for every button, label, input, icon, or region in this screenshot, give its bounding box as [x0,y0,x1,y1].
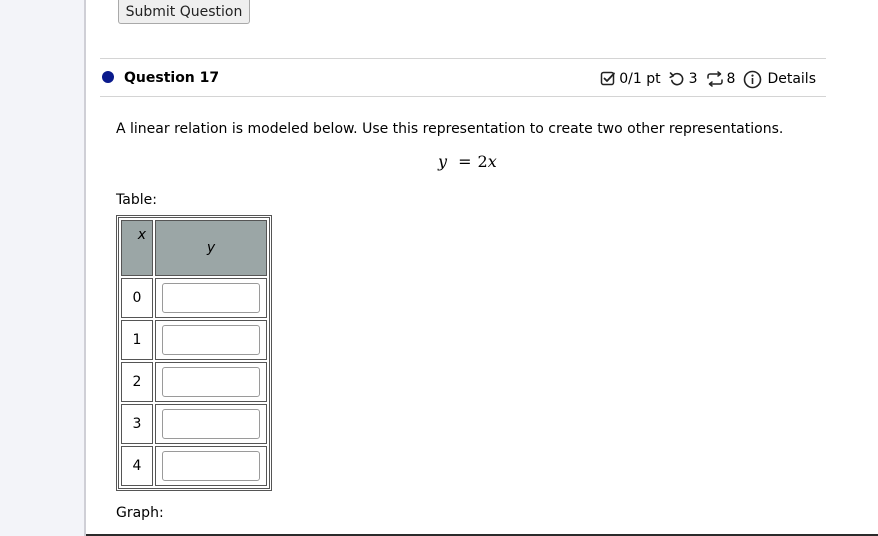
y-value-cell [155,320,267,360]
table-header-row: x y [121,220,267,276]
left-gutter [0,0,84,536]
equation-lhs: y [438,152,448,171]
undo-arrow-icon [669,71,685,87]
x-value-cell: 3 [121,404,153,444]
checkbox-check-icon [600,71,616,87]
x-value-cell: 1 [121,320,153,360]
x-value-cell: 0 [121,278,153,318]
table-row: 1 [121,320,267,360]
y-value-cell [155,362,267,402]
question-status-dot [102,71,114,83]
x-value-cell: 4 [121,446,153,486]
table-label: Table: [116,192,157,208]
attempts-indicator: 8 [706,71,736,87]
x-value-cell: 2 [121,362,153,402]
question-title: Question 17 [124,70,220,86]
y-column-header: y [155,220,267,276]
gutter-divider [84,0,86,536]
table-row: 3 [121,404,267,444]
y-value-input[interactable] [162,451,260,481]
details-link[interactable]: Details [743,70,816,89]
score-text: 0/1 pt [619,71,661,87]
y-value-cell [155,278,267,318]
question-prompt: A linear relation is modeled below. Use … [116,121,784,137]
y-value-input[interactable] [162,367,260,397]
retries-count: 3 [688,71,698,87]
equation-variable: x [487,152,497,171]
y-value-cell [155,446,267,486]
retries-indicator: 3 [669,71,698,87]
question-meta: 0/1 pt 3 8 Details [600,68,816,90]
details-label: Details [767,71,816,87]
table-row: 2 [121,362,267,402]
question-header-bottom-divider [100,96,826,97]
equation-coefficient: 2 [477,152,488,171]
y-value-input[interactable] [162,325,260,355]
score-indicator: 0/1 pt [600,71,661,87]
equation: y = 2x [438,151,497,173]
graph-label: Graph: [116,505,164,521]
x-column-header: x [121,220,153,276]
question-header-top-divider [100,58,826,59]
values-table: x y 0 1 2 3 4 [116,215,272,491]
y-value-input[interactable] [162,283,260,313]
submit-question-button[interactable]: Submit Question [118,0,250,24]
table-row: 4 [121,446,267,486]
y-value-cell [155,404,267,444]
info-icon [743,70,762,89]
table-row: 0 [121,278,267,318]
equation-equals: = [458,152,472,171]
y-value-input[interactable] [162,409,260,439]
attempts-count: 8 [726,71,736,87]
repeat-arrows-icon [706,71,724,87]
